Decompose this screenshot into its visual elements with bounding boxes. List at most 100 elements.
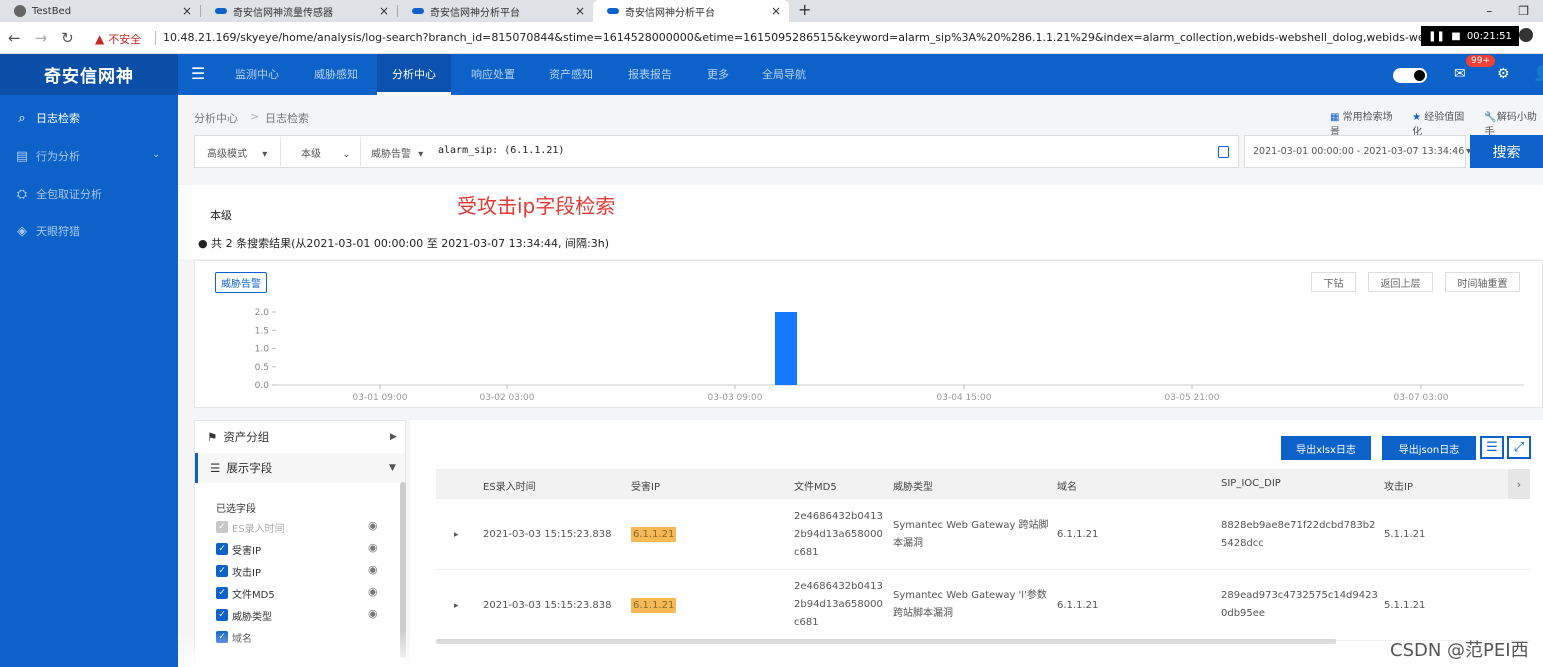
stop-icon[interactable]: ■ <box>1451 31 1460 42</box>
nav-item[interactable]: 监测中心 <box>235 54 279 95</box>
column-header[interactable]: 攻击IP <box>1384 478 1413 493</box>
sidebar-item-packet[interactable]: ⛭ 全包取证分析 <box>14 184 102 204</box>
search-button[interactable]: 搜索 <box>1470 135 1543 168</box>
highlight: 6.1.1.21 <box>631 527 677 542</box>
timeline-chart[interactable]: 0.0 0.5 1.0 1.5 2.0 03-01 09:00 03-02 03:00 03-… <box>194 300 1543 408</box>
field-checkbox-item[interactable]: ✓ ES录入时间 <box>216 520 285 535</box>
asset-group-header[interactable]: ⚑ 资产分组 <box>195 422 405 452</box>
nav-item-active[interactable]: 分析中心 <box>377 54 451 95</box>
column-header[interactable]: 域名 <box>1057 478 1077 493</box>
browser-tab-active[interactable]: 奇安信网神分析平台 × <box>593 0 789 22</box>
gear-icon[interactable]: ⚙ <box>1497 66 1510 82</box>
breadcrumb-parent[interactable]: 分析中心 <box>194 110 238 126</box>
date-range-picker[interactable]: 2021-03-01 00:00:00 - 2021-03-07 13:34:4… <box>1244 135 1471 168</box>
sidebar-item-hunting[interactable]: ◈ 天眼狩猎 <box>14 221 80 241</box>
close-icon[interactable]: × <box>575 4 585 18</box>
user-icon[interactable]: 👤 <box>1533 66 1543 82</box>
expand-row-icon[interactable]: ▸ <box>454 601 459 611</box>
column-header[interactable]: 文件MD5 <box>794 478 837 493</box>
checkbox-icon[interactable]: ✓ <box>216 565 228 577</box>
field-checkbox-item[interactable]: ✓ 文件MD5 <box>216 586 275 601</box>
nav-item[interactable]: 威胁感知 <box>314 54 358 95</box>
save-query-icon[interactable] <box>1218 146 1229 158</box>
nav-item[interactable]: 资产感知 <box>549 54 593 95</box>
nav-item[interactable]: 响应处置 <box>471 54 515 95</box>
security-warning[interactable]: ▲ 不安全 <box>95 31 141 47</box>
quick-link-experience[interactable]: ★ 经验值固化 <box>1412 108 1470 138</box>
series-tag[interactable]: 威胁告警 <box>215 272 267 293</box>
checkbox-icon[interactable]: ✓ <box>216 543 228 555</box>
caret-down-icon[interactable]: ▼ <box>389 463 396 473</box>
chevron-right-icon[interactable]: ▶ <box>390 432 397 442</box>
eye-icon[interactable]: ◉ <box>368 541 378 554</box>
back-level-button[interactable]: 返回上层 <box>1368 272 1433 292</box>
search-mode-select[interactable]: 高级模式 ▾ <box>207 145 267 160</box>
field-checkbox-item[interactable]: ✓ 受害IP <box>216 542 261 557</box>
chevron-right-icon[interactable]: › <box>1508 469 1530 499</box>
url-field[interactable]: 10.48.21.169/skyeye/home/analysis/log-se… <box>163 31 1423 44</box>
checkbox-icon[interactable]: ✓ <box>216 587 228 599</box>
site-favicon-icon <box>215 8 227 14</box>
app-logo[interactable]: 奇安信网神 <box>0 54 178 95</box>
select-value: 威胁告警 <box>371 149 411 160</box>
quick-link-scenes[interactable]: ▦ 常用检索场景 <box>1330 108 1398 138</box>
site-favicon-icon <box>607 8 619 14</box>
quick-link-decoder[interactable]: 🔧解码小助手 <box>1484 108 1543 138</box>
reset-timeline-button[interactable]: 时间轴重置 <box>1445 272 1520 292</box>
sidebar-item-label: 全包取证分析 <box>36 188 102 201</box>
cell-line: 8828eb9ae8e71f22dcbd783b2 <box>1221 520 1376 531</box>
close-icon[interactable]: × <box>182 4 192 18</box>
close-icon[interactable]: × <box>379 4 389 18</box>
display-fields-header[interactable]: ☰ 展示字段 <box>195 453 405 483</box>
eye-icon[interactable]: ◉ <box>368 607 378 620</box>
search-query-input[interactable]: alarm_sip: (6.1.1.21) <box>438 145 564 156</box>
eye-icon[interactable]: ◉ <box>368 563 378 576</box>
highlight: 6.1.1.21 <box>631 598 677 613</box>
forward-icon[interactable]: → <box>35 29 48 47</box>
pause-icon[interactable]: ❚❚ <box>1428 31 1445 42</box>
scope-select[interactable]: 本级 ⌄ <box>301 145 351 160</box>
reload-icon[interactable]: ↻ <box>61 29 74 47</box>
sidebar-item-behavior[interactable]: ▤ 行为分析 <box>14 146 80 166</box>
checkbox-icon[interactable]: ✓ <box>216 609 228 621</box>
theme-toggle[interactable] <box>1393 68 1427 83</box>
select-value: 本级 <box>301 149 321 160</box>
profile-icon[interactable] <box>1519 28 1533 42</box>
sidebar <box>0 95 178 667</box>
eye-icon[interactable]: ◉ <box>368 519 378 532</box>
caret-down-icon: ▾ <box>262 149 268 160</box>
export-xlsx-button[interactable]: 导出xlsx日志 <box>1281 436 1371 460</box>
close-icon[interactable]: × <box>771 4 781 18</box>
expand-row-icon[interactable]: ▸ <box>454 530 459 540</box>
window-controls: – ❐ <box>1486 0 1529 22</box>
field-checkbox-item[interactable]: ✓ 威胁类型 <box>216 608 272 623</box>
column-header[interactable]: ES录入时间 <box>483 478 536 493</box>
fullscreen-icon[interactable]: ⤢ <box>1507 436 1531 459</box>
back-icon[interactable]: ← <box>8 29 21 47</box>
export-json-button[interactable]: 导出json日志 <box>1382 436 1476 460</box>
new-tab-button[interactable]: + <box>798 0 811 22</box>
date-range-value: 2021-03-01 00:00:00 - 2021-03-07 13:34:4… <box>1253 146 1465 157</box>
column-header[interactable]: 威胁类型 <box>893 478 933 493</box>
chevron-down-icon[interactable]: ⌄ <box>152 149 160 160</box>
index-select[interactable]: 威胁告警 ▾ <box>371 145 423 160</box>
nav-item[interactable]: 全局导航 <box>762 54 806 95</box>
field-checkbox-item[interactable]: ✓ 攻击IP <box>216 564 261 579</box>
minimize-icon[interactable]: – <box>1486 4 1492 18</box>
column-header[interactable]: SIP_IOC_DIP <box>1221 478 1281 489</box>
sidebar-item-log-search[interactable]: ⌕ 日志检索 <box>14 108 80 128</box>
y-tick-label: 1.5 <box>255 326 269 336</box>
browser-tab[interactable]: TestBed × <box>0 0 200 22</box>
browser-tab[interactable]: 奇安信网神分析平台 × <box>398 0 593 22</box>
checkbox-icon[interactable]: ✓ <box>216 521 228 533</box>
menu-icon[interactable]: ☰ <box>191 64 205 83</box>
eye-icon[interactable]: ◉ <box>368 585 378 598</box>
nav-item[interactable]: 报表报告 <box>628 54 672 95</box>
list-view-icon[interactable]: ☰ <box>1480 436 1504 459</box>
column-header[interactable]: 受害IP <box>631 478 660 493</box>
drilldown-button[interactable]: 下钻 <box>1311 272 1356 292</box>
browser-tab[interactable]: 奇安信网神流量传感器 × <box>201 0 397 22</box>
nav-item[interactable]: 更多 <box>707 54 729 95</box>
mail-icon[interactable]: ✉ <box>1454 66 1466 82</box>
restore-icon[interactable]: ❐ <box>1518 4 1529 18</box>
